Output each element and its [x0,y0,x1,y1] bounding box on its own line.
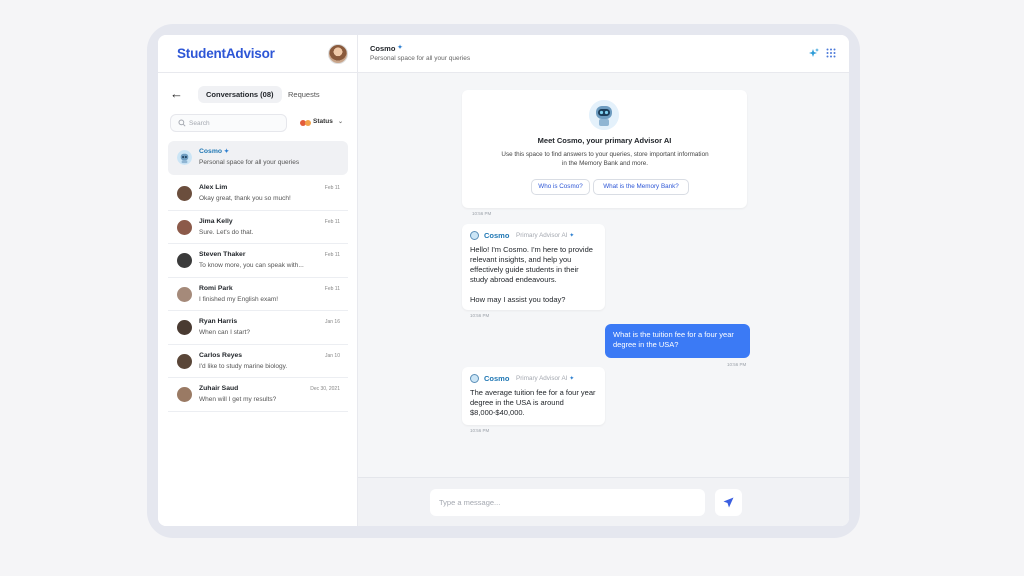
tab-requests[interactable]: Requests [288,86,320,103]
message-time: 10:56 PM [470,313,490,318]
intro-text: Use this space to find answers to your q… [501,151,709,167]
conversation-name: Zuhair Saud [199,385,239,392]
conversation-date: Feb 11 [324,285,340,292]
bot-message: Cosmo Primary Advisor AI ✦ Hello! I'm Co… [462,224,605,310]
message-time: 10:56 PM [727,362,747,367]
ai-sparkle-icon[interactable] [809,48,819,58]
conversation-preview: Okay great, thank you so much! [199,195,291,202]
app-window: StudentAdvisor ← Conversations (08) Requ… [158,35,849,526]
bot-role: Primary Advisor AI ✦ [516,232,575,239]
avatar [177,353,192,369]
status-label: Status [313,118,333,125]
intro-title: Meet Cosmo, your primary Advisor AI [537,136,672,145]
user-message-text: What is the tuition fee for a four year … [613,330,734,349]
bot-role: Primary Advisor AI ✦ [516,375,575,382]
send-button[interactable] [715,489,742,516]
avatar [177,219,192,235]
message-time: 10:56 PM [470,428,490,433]
conversation-item[interactable]: Romi Park I finished my English exam! Fe… [168,278,348,311]
conversation-date: Jan 10 [324,352,340,359]
conversation-preview: To know more, you can speak with... [199,262,304,269]
conversation-preview: When can I start? [199,329,250,336]
tab-conversations[interactable]: Conversations (08) [198,86,282,103]
conversation-name: Romi Park [199,284,233,292]
avatar [177,286,192,302]
intro-card: Meet Cosmo, your primary Advisor AI Use … [462,90,747,208]
robot-avatar-icon [589,100,619,130]
avatar [177,186,192,201]
cosmo-avatar-icon [470,374,479,383]
conversation-preview: I finished my English exam! [199,295,279,303]
chat-subtitle: Personal space for all your queries [370,55,471,62]
sparkle-icon: ✦ [223,149,229,155]
chip-who-is-cosmo[interactable]: Who is Cosmo? [531,179,590,195]
status-dots-icon [300,120,312,126]
chat-header: Cosmo ✦ Personal space for all your quer… [358,35,849,73]
user-avatar[interactable] [328,44,348,64]
conversation-item[interactable]: Alex Lim Okay great, thank you so much! … [168,177,348,211]
conversation-name: Jima Kelly [199,217,233,225]
sparkle-icon: ✦ [397,45,403,51]
conversation-item[interactable]: Zuhair Saud When will I get my results? … [168,378,348,412]
conversation-preview: Personal space for all your queries [199,159,300,166]
conversation-preview: Sure. Let's do that. [199,228,254,236]
message-time: 10:56 PM [472,211,492,216]
conversation-date: Feb 11 [324,185,340,191]
user-message: What is the tuition fee for a four year … [605,324,750,358]
conversation-name: Cosmo ✦ [199,148,229,155]
cosmo-avatar-icon [470,231,479,240]
conversation-name: Alex Lim [199,184,228,191]
bot-message: Cosmo Primary Advisor AI ✦ The average t… [462,367,605,425]
conversation-preview: When will I get my results? [199,396,277,403]
conversation-item[interactable]: Ryan Harris When can I start? Jan 16 [168,311,348,345]
conversation-list: Cosmo ✦ Personal space for all your quer… [168,141,348,412]
chat-title: Cosmo ✦ [370,44,403,53]
conversation-name: Ryan Harris [199,318,238,325]
chat-panel: Cosmo ✦ Personal space for all your quer… [358,35,849,526]
avatar [177,253,192,268]
bot-name: Cosmo [484,231,510,240]
arrow-left-icon[interactable]: ← [170,87,184,101]
bot-name: Cosmo [484,374,510,383]
conversation-date: Feb 11 [324,252,340,258]
conversation-date: Feb 11 [324,218,340,225]
app-logo[interactable]: StudentAdvisor [177,46,275,61]
conversation-date: Jan 16 [324,319,340,325]
cosmo-avatar [177,150,192,165]
conversation-item[interactable]: Jima Kelly Sure. Let's do that. Feb 11 [168,211,348,244]
search-box[interactable] [170,114,287,132]
sparkle-icon: ✦ [569,233,575,239]
conversation-tabs: ← Conversations (08) Requests [170,86,350,104]
sparkle-icon: ✦ [569,376,575,382]
status-filter[interactable]: Status ⌄ [300,117,348,131]
conversation-date: Dec 30, 2021 [310,386,340,392]
search-icon [178,119,186,127]
sidebar-header: StudentAdvisor [158,35,358,73]
bot-message-text: Hello! I'm Cosmo. I'm here to provide re… [470,245,593,304]
message-input[interactable] [430,489,705,516]
conversation-name: Steven Thaker [199,251,246,258]
conversation-item-cosmo[interactable]: Cosmo ✦ Personal space for all your quer… [168,141,348,175]
conversation-name: Carlos Reyes [199,351,243,359]
search-input[interactable] [189,117,283,130]
sidebar: StudentAdvisor ← Conversations (08) Requ… [158,35,358,526]
message-composer [358,477,849,526]
conversation-preview: I'd like to study marine biology. [199,362,288,370]
conversation-item[interactable]: Carlos Reyes I'd like to study marine bi… [168,345,348,378]
avatar [177,387,192,402]
chip-memory-bank[interactable]: What is the Memory Bank? [593,179,689,195]
send-icon [723,497,734,508]
bot-message-text: The average tuition fee for a four year … [470,388,596,417]
avatar [177,320,192,335]
conversation-item[interactable]: Steven Thaker To know more, you can spea… [168,244,348,278]
apps-grid-icon[interactable] [826,48,836,58]
chevron-down-icon: ⌄ [338,119,344,125]
